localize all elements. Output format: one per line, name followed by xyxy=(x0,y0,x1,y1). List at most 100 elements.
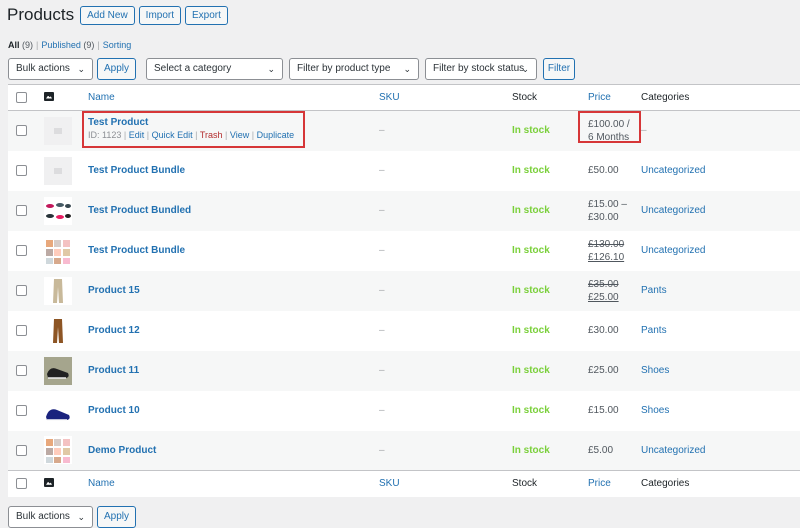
select-all-checkbox[interactable] xyxy=(16,478,27,490)
column-stock: Stock xyxy=(512,92,538,103)
product-name-link[interactable]: Product 15 xyxy=(88,271,379,311)
column-categories: Categories xyxy=(641,92,690,103)
price-cell: £30.00 xyxy=(588,325,619,336)
chevron-down-icon: ⌄ xyxy=(521,64,529,74)
apply-button[interactable]: Apply xyxy=(97,58,136,80)
stock-status: In stock xyxy=(512,125,550,137)
row-checkbox[interactable] xyxy=(16,164,27,176)
category-link[interactable]: Uncategorized xyxy=(641,231,800,271)
sku-cell: – xyxy=(379,405,385,416)
stock-status: In stock xyxy=(512,205,550,216)
product-name-link[interactable]: Test Product xyxy=(88,117,379,128)
column-sku[interactable]: SKU xyxy=(379,471,512,497)
beige-pants-thumbnail[interactable] xyxy=(44,276,72,305)
row-checkbox[interactable] xyxy=(16,125,27,137)
column-categories: Categories xyxy=(641,478,690,490)
row-checkbox[interactable] xyxy=(16,244,27,256)
chevron-down-icon: ⌄ xyxy=(77,64,85,74)
stock-status-select[interactable]: Filter by stock status ⌄ xyxy=(425,58,537,80)
filter-button[interactable]: Filter xyxy=(543,58,575,80)
chevron-down-icon: ⌄ xyxy=(403,64,411,74)
sorting-link[interactable]: Sorting xyxy=(103,40,132,50)
chevron-down-icon: ⌄ xyxy=(267,64,275,74)
price-cell: £100.00 /6 Months xyxy=(588,118,630,143)
import-button[interactable]: Import xyxy=(138,5,182,25)
table-row: Product 10 – In stock £15.00 Shoes xyxy=(8,391,800,431)
duplicate-link[interactable]: Duplicate xyxy=(257,130,295,140)
stock-status: In stock xyxy=(512,325,550,336)
stock-status: In stock xyxy=(512,245,550,256)
category-link[interactable]: Pants xyxy=(641,271,800,311)
stock-status: In stock xyxy=(512,444,550,456)
row-checkbox[interactable] xyxy=(16,404,27,416)
shoes-collage-thumbnail[interactable] xyxy=(44,196,72,225)
quick-edit-link[interactable]: Quick Edit xyxy=(152,130,193,140)
row-checkbox[interactable] xyxy=(16,324,27,336)
page-title: Products xyxy=(7,5,75,24)
price-cell: £5.00 xyxy=(588,444,614,456)
category-link[interactable]: Shoes xyxy=(641,351,800,391)
filter-published-link[interactable]: Published (9) xyxy=(41,40,94,50)
price-cell: £15.00 – £30.00 xyxy=(588,198,627,223)
row-checkbox[interactable] xyxy=(16,444,27,456)
price-cell: £15.00 xyxy=(588,405,619,416)
category-select[interactable]: Select a category ⌄ xyxy=(146,58,283,80)
product-name-link[interactable]: Demo Product xyxy=(88,431,379,471)
clothing-collage-thumbnail[interactable] xyxy=(44,436,72,465)
select-all-checkbox[interactable] xyxy=(16,91,27,103)
placeholder-image-icon[interactable] xyxy=(44,116,72,145)
column-price[interactable]: Price xyxy=(588,85,641,111)
clothing-collage-thumbnail[interactable] xyxy=(44,236,72,265)
table-row: Product 15 – In stock £35.00 £25.00 Pants xyxy=(8,270,800,311)
filter-all-link[interactable]: All (9) xyxy=(8,40,33,50)
sku-cell: – xyxy=(379,325,385,336)
price-cell: £25.00 xyxy=(588,365,619,376)
column-name[interactable]: Name xyxy=(88,85,379,111)
table-row: Test Product Bundle – In stock £50.00 Un… xyxy=(8,151,800,191)
black-sneakers-thumbnail[interactable] xyxy=(44,356,72,385)
sku-cell: – xyxy=(379,165,385,176)
trash-link[interactable]: Trash xyxy=(200,130,223,140)
row-checkbox[interactable] xyxy=(16,364,27,376)
category-link[interactable]: Pants xyxy=(641,311,800,351)
add-new-button[interactable]: Add New xyxy=(80,5,135,25)
table-row: Product 12 – In stock £30.00 Pants xyxy=(8,311,800,351)
category-link[interactable]: Uncategorized xyxy=(641,191,800,231)
category-cell: – xyxy=(641,125,647,137)
table-row: Test Product Bundle – In stock £130.00 £1… xyxy=(8,231,800,271)
stock-status: In stock xyxy=(512,165,550,176)
placeholder-image-icon[interactable] xyxy=(44,156,72,185)
view-link[interactable]: View xyxy=(230,130,249,140)
bulk-actions-select[interactable]: Bulk actions ⌄ xyxy=(8,58,93,80)
product-name-link[interactable]: Product 11 xyxy=(88,351,379,391)
category-link[interactable]: Shoes xyxy=(641,391,800,431)
table-row: Product 11 – In stock £25.00 Shoes xyxy=(8,350,800,391)
column-name[interactable]: Name xyxy=(88,471,379,497)
product-name-link[interactable]: Product 10 xyxy=(88,391,379,431)
category-link[interactable]: Uncategorized xyxy=(641,431,800,471)
export-button[interactable]: Export xyxy=(185,5,228,25)
table-row: Test Product Bundled – In stock £15.00 –… xyxy=(8,190,800,231)
product-name-link[interactable]: Product 12 xyxy=(88,311,379,351)
brown-pants-thumbnail[interactable] xyxy=(44,316,72,345)
sku-cell: – xyxy=(379,444,385,456)
edit-link[interactable]: Edit xyxy=(129,130,145,140)
row-actions: ID: 1123 | Edit | Quick Edit | Trash | V… xyxy=(88,130,295,140)
products-table: Name SKU Stock Price Categories Test Pro… xyxy=(8,84,800,497)
table-footer-row: Name SKU Stock Price Categories xyxy=(8,470,800,497)
category-link[interactable]: Uncategorized xyxy=(641,151,800,191)
column-sku[interactable]: SKU xyxy=(379,85,512,111)
row-checkbox[interactable] xyxy=(16,204,27,216)
product-type-select[interactable]: Filter by product type ⌄ xyxy=(289,58,419,80)
column-price[interactable]: Price xyxy=(588,471,641,497)
sku-cell: – xyxy=(379,125,385,137)
sku-cell: – xyxy=(379,365,385,376)
navy-sneaker-thumbnail[interactable] xyxy=(44,396,72,425)
row-checkbox[interactable] xyxy=(16,284,27,296)
product-name-link[interactable]: Test Product Bundled xyxy=(88,191,379,231)
product-name-link[interactable]: Test Product Bundle xyxy=(88,231,379,271)
product-name-link[interactable]: Test Product Bundle xyxy=(88,151,379,191)
price-cell: £50.00 xyxy=(588,165,619,176)
table-row: Test Product ID: 1123 | Edit | Quick Edi… xyxy=(8,110,800,151)
price-cell: £130.00 £126.10 xyxy=(588,238,625,263)
